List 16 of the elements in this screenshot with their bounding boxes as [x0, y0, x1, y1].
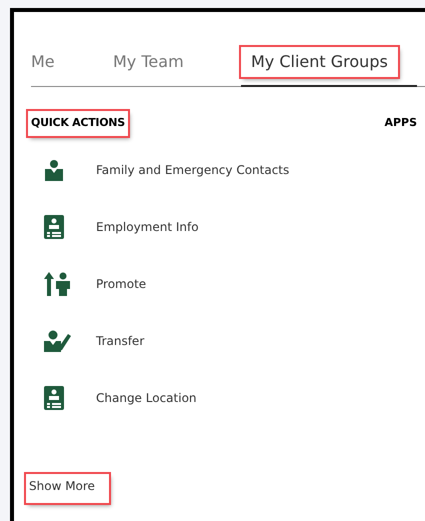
- section-heading: QUICK ACTIONS: [28, 111, 128, 136]
- person-icon: [44, 158, 64, 180]
- tab[interactable]: Me: [31, 47, 113, 87]
- tab[interactable]: My Client Groups: [241, 47, 417, 87]
- action-link[interactable]: Transfer: [96, 332, 144, 350]
- tab[interactable]: My Team: [113, 47, 241, 87]
- show-more-link[interactable]: Show More: [26, 474, 109, 503]
- person-with-pencil-icon: [44, 330, 72, 352]
- action-link[interactable]: Change Location: [96, 388, 197, 406]
- action-link[interactable]: Promote: [96, 274, 146, 292]
- id-card-icon: [44, 214, 64, 238]
- action-link[interactable]: Family and Emergency Contacts: [96, 160, 290, 178]
- action-link[interactable]: Employment Info: [96, 218, 199, 236]
- id-card-icon: [44, 386, 64, 410]
- person-with-up-arrow-icon: [44, 272, 70, 296]
- section-heading: APPS: [384, 115, 418, 131]
